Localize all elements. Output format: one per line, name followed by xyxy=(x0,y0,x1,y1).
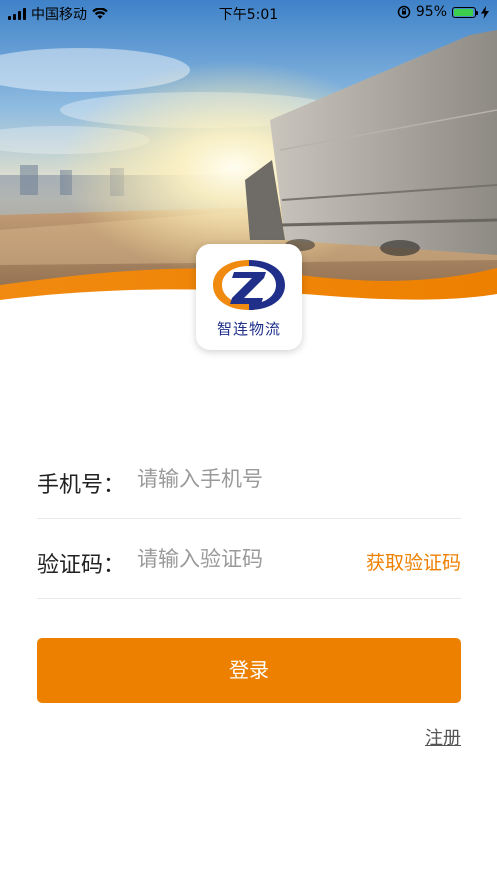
rotation-lock-icon xyxy=(397,5,411,19)
phone-row: 手机号： xyxy=(37,441,461,519)
code-row: 验证码： 获取验证码 xyxy=(37,521,461,599)
logo-text: 智连物流 xyxy=(216,320,281,338)
code-input[interactable] xyxy=(137,541,347,577)
login-screen: 中国移动 下午5:01 95% 智连物流 手机号： 请输入手机号 验证码： 请输… xyxy=(0,0,497,883)
status-right: 95% xyxy=(397,4,489,20)
charging-icon xyxy=(481,5,489,19)
phone-label: 手机号： xyxy=(37,473,126,498)
status-bar: 中国移动 下午5:01 95% xyxy=(0,0,497,25)
get-code-button[interactable]: 获取验证码 xyxy=(366,548,461,575)
battery-level xyxy=(454,8,473,16)
register-link[interactable]: 注册 xyxy=(425,724,461,750)
code-label: 验证码： xyxy=(37,553,126,578)
battery-icon xyxy=(452,6,478,18)
login-button[interactable]: 登录 xyxy=(37,638,461,703)
phone-input[interactable] xyxy=(137,461,457,497)
app-logo: 智连物流 xyxy=(196,244,302,350)
logo-z-icon xyxy=(213,260,285,310)
battery-percent: 95% xyxy=(415,4,447,20)
